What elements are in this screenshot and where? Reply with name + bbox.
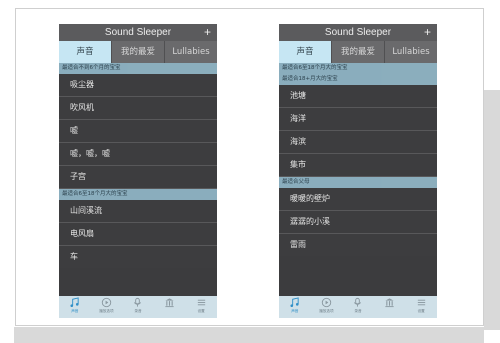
- nav-bar: Sound Sleeper +: [59, 24, 217, 41]
- bottom-tab-label: 录音: [134, 309, 142, 313]
- tab-lullabies[interactable]: Lullabies: [385, 41, 437, 63]
- bottom-tab-label: 录音: [354, 309, 362, 313]
- list-item[interactable]: 嘘: [59, 120, 217, 143]
- section-header: 最适合18+月大的宝宝: [279, 74, 437, 85]
- list-item[interactable]: 吸尘器: [59, 74, 217, 97]
- play-options-icon: [101, 297, 112, 308]
- list-item[interactable]: 海滨: [279, 131, 437, 154]
- list-item[interactable]: 嘘，嘘，嘘: [59, 143, 217, 166]
- bottom-tab-library[interactable]: [374, 296, 406, 318]
- list-item[interactable]: 海洋: [279, 108, 437, 131]
- list-item[interactable]: 潺潺的小溪: [279, 211, 437, 234]
- record-icon: [134, 297, 142, 307]
- bottom-tab-settings[interactable]: 设置: [185, 296, 217, 318]
- segmented-tabs: 声音 我的最爱 Lullabies: [59, 41, 217, 63]
- list-item[interactable]: 电风扇: [59, 223, 217, 246]
- bottom-tab-bar: 声音 播放选项 录音 设置: [279, 296, 437, 318]
- frame-shadow-bottom: [14, 327, 484, 343]
- bottom-tab-label: 声音: [71, 309, 79, 313]
- library-icon: [165, 298, 174, 308]
- bottom-tab-label: 设置: [197, 309, 205, 313]
- list-item[interactable]: 暖暖的壁炉: [279, 188, 437, 211]
- app-title: Sound Sleeper: [324, 27, 392, 38]
- library-icon: [385, 298, 394, 308]
- bottom-tab-settings[interactable]: 设置: [405, 296, 437, 318]
- tab-favorites[interactable]: 我的最爱: [332, 41, 385, 63]
- bottom-tab-sounds[interactable]: 声音: [279, 296, 311, 318]
- tab-sounds[interactable]: 声音: [59, 41, 112, 63]
- add-button[interactable]: +: [424, 24, 431, 41]
- add-button[interactable]: +: [204, 24, 211, 41]
- bottom-tab-bar: 声音 播放选项 录音 设置: [59, 296, 217, 318]
- frame-shadow-right: [484, 90, 500, 330]
- section-header: 最适合父母: [279, 177, 437, 188]
- bottom-tab-play-options[interactable]: 播放选项: [91, 296, 123, 318]
- music-icon: [70, 297, 79, 307]
- list-item[interactable]: 集市: [279, 154, 437, 177]
- bottom-tab-play-options[interactable]: 播放选项: [311, 296, 343, 318]
- section-header: 最适合不到6个月的宝宝: [59, 63, 217, 74]
- section-header: 最适合6至18个月大的宝宝: [59, 189, 217, 200]
- record-icon: [354, 297, 362, 307]
- phone-screen-right: Sound Sleeper + 声音 我的最爱 Lullabies 最适合6至1…: [279, 24, 437, 318]
- music-icon: [290, 297, 299, 307]
- list-item[interactable]: 吹风机: [59, 97, 217, 120]
- phone-screen-left: Sound Sleeper + 声音 我的最爱 Lullabies 最适合不到6…: [59, 24, 217, 318]
- bottom-tab-label: 播放选项: [99, 309, 114, 313]
- play-options-icon: [321, 297, 332, 308]
- list-item[interactable]: 雷雨: [279, 234, 437, 256]
- nav-bar: Sound Sleeper +: [279, 24, 437, 41]
- tab-lullabies[interactable]: Lullabies: [165, 41, 217, 63]
- bottom-tab-sounds[interactable]: 声音: [59, 296, 91, 318]
- bottom-tab-label: 播放选项: [319, 309, 334, 313]
- menu-icon: [197, 299, 205, 306]
- bottom-tab-label: 设置: [417, 309, 425, 313]
- list-item[interactable]: 车: [59, 246, 217, 268]
- tab-sounds[interactable]: 声音: [279, 41, 332, 63]
- segmented-tabs: 声音 我的最爱 Lullabies: [279, 41, 437, 63]
- menu-icon: [417, 299, 425, 306]
- bottom-tab-record[interactable]: 录音: [342, 296, 374, 318]
- bottom-tab-library[interactable]: [154, 296, 186, 318]
- list-item[interactable]: 子宫: [59, 166, 217, 189]
- tab-favorites[interactable]: 我的最爱: [112, 41, 165, 63]
- app-title: Sound Sleeper: [104, 27, 172, 38]
- list-item[interactable]: 池塘: [279, 85, 437, 108]
- list-item[interactable]: 山间溪流: [59, 200, 217, 223]
- bottom-tab-record[interactable]: 录音: [122, 296, 154, 318]
- bottom-tab-label: 声音: [291, 309, 299, 313]
- section-header: 最适合6至18个月大的宝宝: [279, 63, 437, 74]
